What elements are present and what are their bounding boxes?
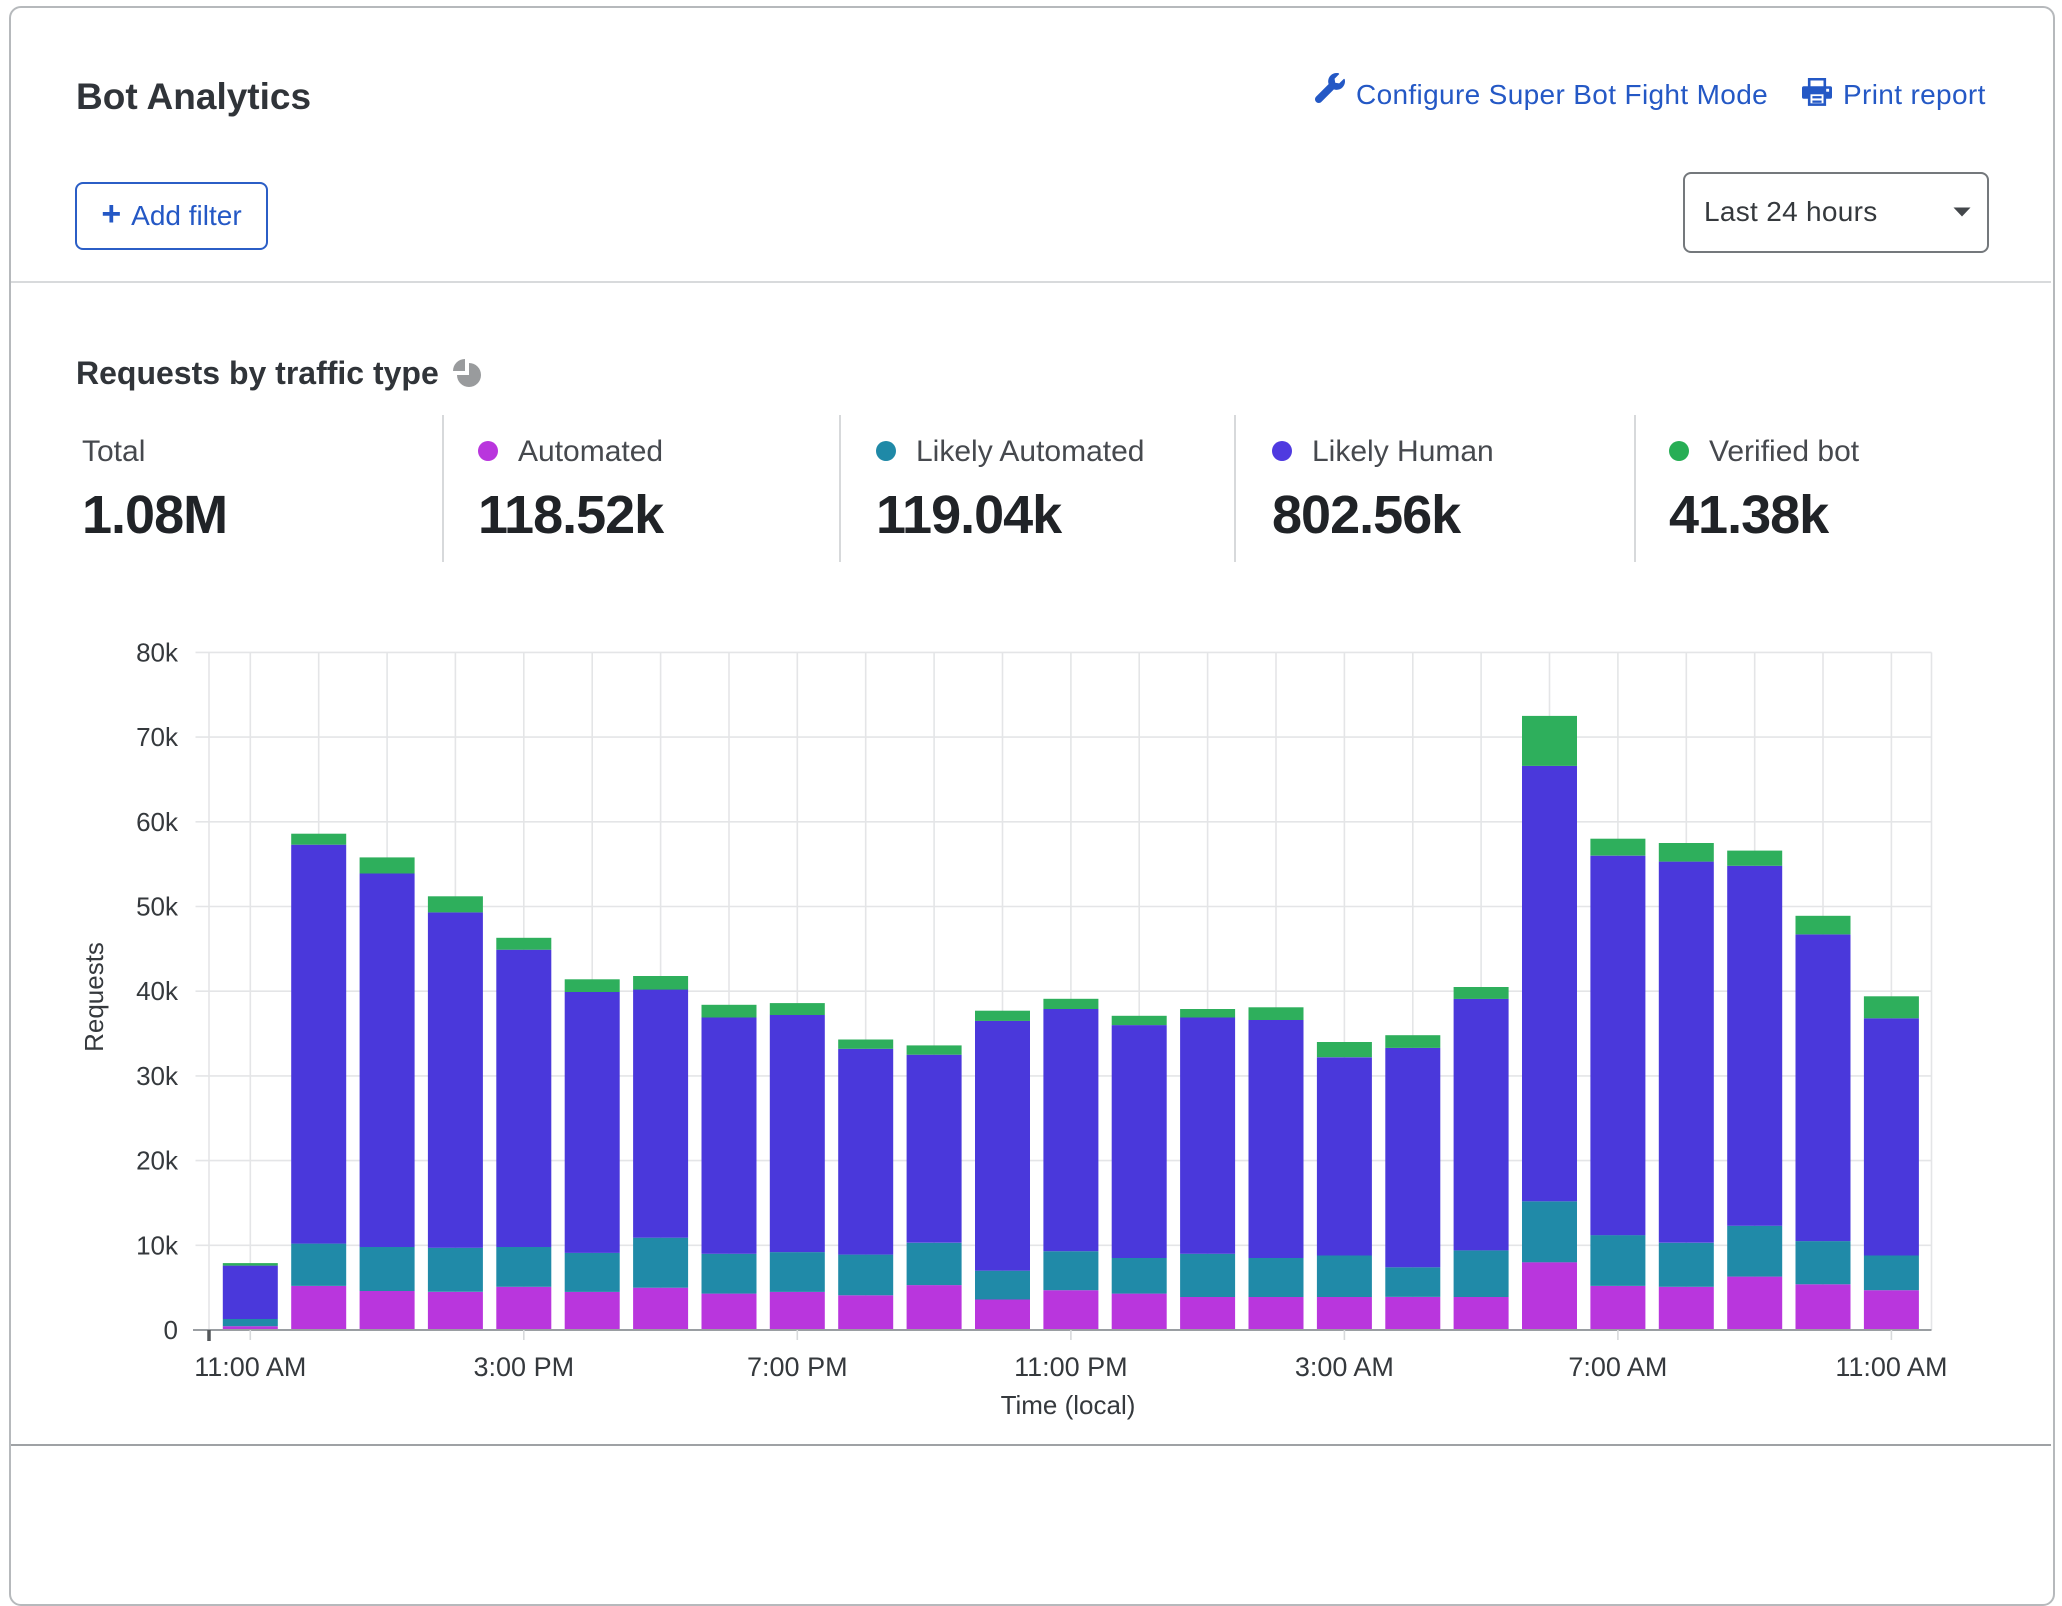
svg-text:7:00 PM: 7:00 PM	[747, 1352, 848, 1382]
svg-text:3:00 PM: 3:00 PM	[474, 1352, 575, 1382]
svg-text:40k: 40k	[136, 976, 179, 1006]
svg-text:30k: 30k	[136, 1061, 179, 1091]
svg-text:70k: 70k	[136, 722, 179, 752]
svg-text:0: 0	[164, 1315, 178, 1345]
svg-text:Time (local): Time (local)	[1001, 1390, 1136, 1420]
svg-text:60k: 60k	[136, 807, 179, 837]
svg-text:20k: 20k	[136, 1146, 179, 1176]
svg-text:11:00 PM: 11:00 PM	[1014, 1352, 1128, 1382]
svg-text:80k: 80k	[136, 637, 179, 667]
svg-text:11:00 AM: 11:00 AM	[194, 1352, 306, 1382]
svg-text:50k: 50k	[136, 892, 179, 922]
svg-text:10k: 10k	[136, 1230, 179, 1260]
svg-text:11:00 AM: 11:00 AM	[1835, 1352, 1947, 1382]
svg-text:7:00 AM: 7:00 AM	[1568, 1352, 1667, 1382]
svg-text:3:00 AM: 3:00 AM	[1295, 1352, 1394, 1382]
svg-text:Requests: Requests	[79, 942, 109, 1052]
